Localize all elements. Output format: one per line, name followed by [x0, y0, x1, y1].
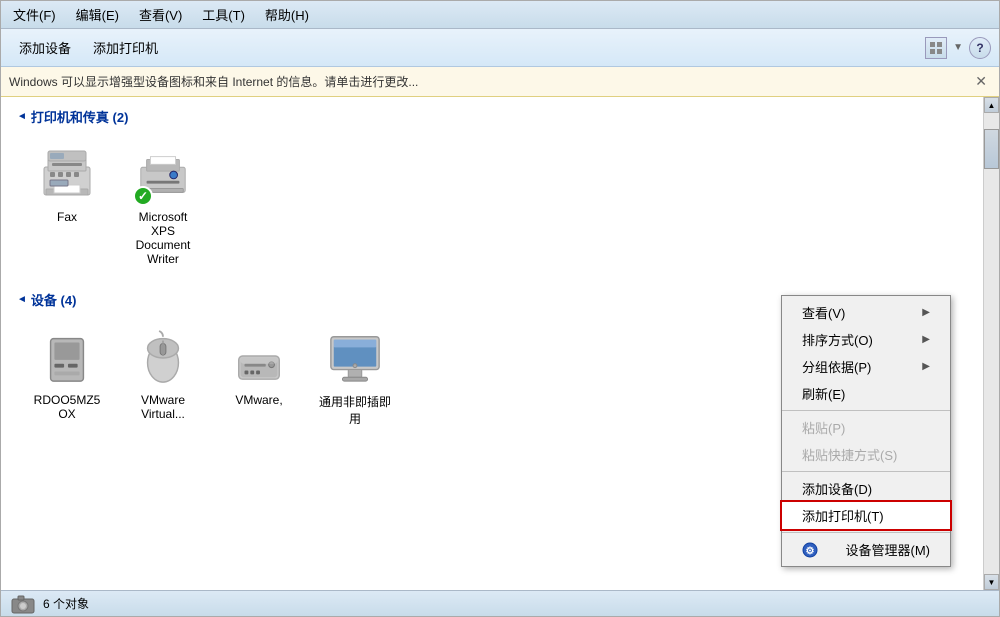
- drive-label: RDOO5MZ5OX: [31, 393, 103, 421]
- scroll-up-arrow[interactable]: ▲: [984, 97, 999, 113]
- menu-view[interactable]: 查看(V): [135, 4, 186, 25]
- toolbar: 添加设备 添加打印机 ▼ ?: [1, 29, 999, 67]
- infobar-message: Windows 可以显示增强型设备图标和来自 Internet 的信息。请单击进…: [9, 73, 418, 90]
- drive-icon: [39, 329, 95, 385]
- ctx-group-arrow: ▶: [922, 361, 930, 372]
- add-printer-button[interactable]: 添加打印机: [83, 35, 168, 60]
- menubar: 文件(F) 编辑(E) 查看(V) 工具(T) 帮助(H): [1, 1, 999, 29]
- view-toggle-button[interactable]: [925, 37, 947, 59]
- ctx-sep-3: [782, 532, 950, 533]
- mouse-icon-container: [131, 325, 195, 389]
- ctx-sep-1: [782, 410, 950, 411]
- scroll-down-arrow[interactable]: ▼: [984, 574, 999, 590]
- main-content: 打印机和传真 (2): [1, 97, 999, 590]
- ctx-group-label: 分组依据(P): [802, 357, 871, 376]
- monitor-icon-container: [323, 325, 387, 389]
- xps-icon-container: ✓: [131, 142, 195, 206]
- ctx-view-arrow: ▶: [922, 307, 930, 318]
- ctx-refresh-label: 刷新(E): [802, 384, 845, 403]
- ctx-sep-2: [782, 471, 950, 472]
- ctx-paste-shortcut-label: 粘贴快捷方式(S): [802, 445, 897, 464]
- mac-label: VMware,: [235, 393, 282, 407]
- default-printer-badge: ✓: [133, 186, 153, 206]
- ctx-add-printer-label: 添加打印机(T): [802, 506, 884, 525]
- mac-icon-container: [227, 325, 291, 389]
- drive-icon-container: [35, 325, 99, 389]
- menu-tools[interactable]: 工具(T): [198, 4, 249, 25]
- monitor-device[interactable]: 通用非即插即用: [315, 321, 395, 431]
- ctx-refresh[interactable]: 刷新(E): [782, 380, 950, 407]
- ctx-sort[interactable]: 排序方式(O) ▶: [782, 326, 950, 353]
- content-area: 打印机和传真 (2): [1, 97, 983, 590]
- infobar: Windows 可以显示增强型设备图标和来自 Internet 的信息。请单击进…: [1, 67, 999, 97]
- main-window: 文件(F) 编辑(E) 查看(V) 工具(T) 帮助(H) 添加设备 添加打印机…: [0, 0, 1000, 617]
- mouse-label: VMware Virtual...: [127, 393, 199, 421]
- ctx-device-manager[interactable]: ⚙ 设备管理器(M): [782, 536, 950, 563]
- fax-label: Fax: [57, 210, 77, 224]
- ctx-paste-label: 粘贴(P): [802, 418, 845, 437]
- drive-device[interactable]: RDOO5MZ5OX: [27, 321, 107, 431]
- statusbar-count: 6 个对象: [43, 595, 89, 612]
- xps-label: Microsoft XPS Document Writer: [127, 210, 199, 266]
- xps-device[interactable]: ✓ Microsoft XPS Document Writer: [123, 138, 203, 270]
- infobar-close-button[interactable]: ✕: [971, 73, 991, 90]
- view-dropdown-arrow[interactable]: ▼: [953, 42, 963, 53]
- printers-section-header: 打印机和传真 (2): [17, 107, 967, 126]
- fax-device[interactable]: Fax: [27, 138, 107, 270]
- mouse-icon: [135, 329, 191, 385]
- ctx-sort-label: 排序方式(O): [802, 330, 873, 349]
- context-menu: 查看(V) ▶ 排序方式(O) ▶ 分组依据(P) ▶ 刷新(E) 粘贴(P): [781, 295, 951, 567]
- ctx-paste: 粘贴(P): [782, 414, 950, 441]
- help-button[interactable]: ?: [969, 37, 991, 59]
- ctx-add-device-label: 添加设备(D): [802, 479, 872, 498]
- menu-help[interactable]: 帮助(H): [261, 4, 313, 25]
- svg-text:⚙: ⚙: [806, 546, 815, 557]
- view-icon: [929, 41, 943, 55]
- ctx-add-device[interactable]: 添加设备(D): [782, 475, 950, 502]
- camera-icon: [11, 594, 35, 614]
- device-manager-icon: ⚙: [802, 542, 818, 558]
- mac-icon: [231, 329, 287, 385]
- ctx-view-label: 查看(V): [802, 303, 845, 322]
- statusbar: 6 个对象: [1, 590, 999, 616]
- menu-edit[interactable]: 编辑(E): [72, 4, 123, 25]
- mouse-device[interactable]: VMware Virtual...: [123, 321, 203, 431]
- fax-icon-container: [35, 142, 99, 206]
- fax-icon: [38, 145, 96, 203]
- ctx-paste-shortcut: 粘贴快捷方式(S): [782, 441, 950, 468]
- scroll-thumb[interactable]: [984, 129, 999, 169]
- ctx-add-printer[interactable]: 添加打印机(T): [782, 502, 950, 529]
- monitor-label: 通用非即插即用: [319, 393, 391, 427]
- printers-grid: Fax: [17, 138, 967, 270]
- scrollbar[interactable]: ▲ ▼: [983, 97, 999, 590]
- add-device-button[interactable]: 添加设备: [9, 35, 81, 60]
- ctx-view[interactable]: 查看(V) ▶: [782, 299, 950, 326]
- ctx-sort-arrow: ▶: [922, 334, 930, 345]
- mac-device[interactable]: VMware,: [219, 321, 299, 431]
- ctx-device-manager-label: 设备管理器(M): [846, 540, 931, 559]
- monitor-icon: [327, 329, 383, 385]
- ctx-group[interactable]: 分组依据(P) ▶: [782, 353, 950, 380]
- menu-file[interactable]: 文件(F): [9, 4, 60, 25]
